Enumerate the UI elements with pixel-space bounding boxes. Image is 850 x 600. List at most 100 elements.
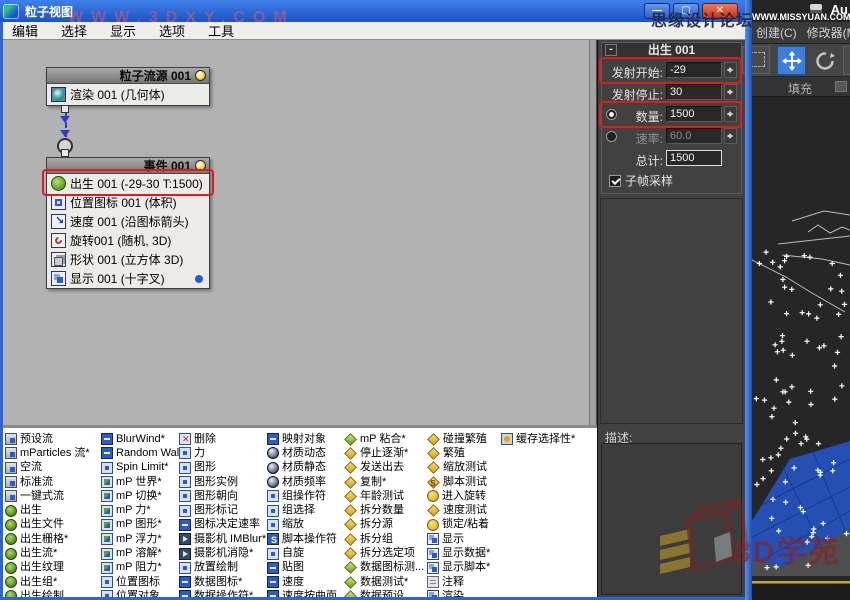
depot-item[interactable]: mP 切换* [101,489,189,503]
source-node-titlebar[interactable]: 粒子流源 001 [47,68,209,84]
depot-item[interactable]: 缩放测试 [427,461,490,475]
depot-item[interactable]: 碰撞繁殖 [427,432,490,446]
subframe-checkbox[interactable] [609,175,621,187]
depot-item[interactable]: 组操作符 [267,489,337,503]
depot-item[interactable]: 映射对象 [267,432,337,446]
depot-item[interactable]: BlurWind* [101,432,189,446]
depot-item[interactable]: 摄影机 IMBlur* [179,532,266,546]
param-field[interactable]: -29 [666,62,722,78]
select-rotate-button[interactable] [810,46,839,75]
depot-item[interactable]: 力 [179,446,266,460]
node-action-row[interactable]: 形状 001 (立方体 3D) [47,250,209,269]
depot-item[interactable]: 停止逐渐* [344,446,424,460]
node-action-row[interactable]: 出生 001 (-29-30 T:1500) [47,174,209,193]
menu-item-工具[interactable]: 工具 [208,21,234,40]
spinner-down-icon[interactable] [727,113,733,120]
depot-item[interactable]: 出生绘制 [5,589,90,597]
menu-item-编辑[interactable]: 编辑 [12,21,38,40]
depot-item[interactable]: 拆分源 [344,518,424,532]
depot-item[interactable]: 空流 [5,461,90,475]
depot-item[interactable]: 删除 [179,432,266,446]
depot-item[interactable]: 数据图标测... [344,561,424,575]
depot-item[interactable]: 出生纹理 [5,561,90,575]
depot-item[interactable]: 预设流 [5,432,90,446]
spinner-control[interactable] [724,128,737,144]
param-field[interactable]: 1500 [666,106,722,122]
depot-item[interactable]: mParticles 流* [5,446,90,460]
source-node[interactable]: 粒子流源 001 渲染 001 (几何体) [46,67,210,106]
connector-input-socket[interactable] [61,149,69,157]
max-menu-item[interactable]: 修改器(M) [807,24,850,41]
depot-item[interactable]: mP 世界* [101,475,189,489]
depot-item[interactable]: 锁定/粘着 [427,518,490,532]
depot-item[interactable]: Random Walk* [101,446,189,460]
depot-item[interactable]: 注释 [427,575,490,589]
spinner-down-icon[interactable] [727,91,733,98]
node-action-row[interactable]: 显示 001 (十字叉) [47,269,209,288]
depot-item[interactable]: mP 溶解* [101,546,189,560]
depot-item[interactable]: 脚本操作符 [267,532,337,546]
node-action-row[interactable]: 渲染 001 (几何体) [47,85,209,104]
depot-item[interactable]: 速度 [267,575,337,589]
param-field[interactable]: 30 [666,84,722,100]
spinner-down-icon[interactable] [727,69,733,76]
depot-item[interactable]: 发送出去 [344,461,424,475]
depot-item[interactable]: 数据测试* [344,575,424,589]
connector-output-socket[interactable] [61,105,69,113]
rollout-header[interactable]: - 出生 001 [602,43,741,58]
depot-item[interactable]: 材质静态 [267,461,337,475]
depot-item[interactable]: mP 浮力* [101,532,189,546]
depot-item[interactable]: 脚本测试 [427,475,490,489]
depot-item[interactable]: 缓存选择性* [501,432,575,446]
depot-item[interactable]: 拆分选定项 [344,546,424,560]
depot-item[interactable]: 图形实例 [179,475,266,489]
ribbon-toggle-icon[interactable] [835,81,847,92]
depot-item[interactable]: 拆分数量 [344,503,424,517]
depot-item[interactable]: 组选择 [267,503,337,517]
depot-item[interactable]: 位置对象 [101,589,189,597]
depot-item[interactable]: 出生文件 [5,518,90,532]
enable-lightbulb-icon[interactable] [195,70,206,81]
depot-item[interactable]: 出生 [5,503,90,517]
depot-item[interactable]: 材质频率 [267,475,337,489]
depot-item[interactable]: 图标决定速率 [179,518,266,532]
minimize-button[interactable]: — [644,3,670,19]
depot-item[interactable]: 数据图标* [179,575,266,589]
depot-item[interactable]: 放置绘制 [179,561,266,575]
depot-item[interactable]: 进入旋转 [427,489,490,503]
depot-item[interactable]: 摄影机消隐* [179,546,266,560]
spinner-down-icon[interactable] [727,135,733,142]
param-field[interactable]: 60.0 [666,128,722,144]
menu-item-显示[interactable]: 显示 [110,21,136,40]
depot-item[interactable]: 数据操作符* [179,589,266,597]
depot-item[interactable]: 标准流 [5,475,90,489]
node-action-row[interactable]: 位置图标 001 (体积) [47,193,209,212]
depot-item[interactable]: 一键式流 [5,489,90,503]
depot-item[interactable]: 渲染 [427,589,490,597]
node-action-row[interactable]: 速度 001 (沿图标箭头) [47,212,209,231]
depot-item[interactable]: 贴图 [267,561,337,575]
depot-item[interactable]: 图形标记 [179,503,266,517]
depot-item[interactable]: 速度按曲面 [267,589,337,597]
spinner-control[interactable] [724,84,737,100]
menu-item-选择[interactable]: 选择 [61,21,87,40]
node-canvas[interactable]: 粒子流源 001 渲染 001 (几何体) 事件 001 出生 001 (-29… [3,40,589,425]
depot-item[interactable]: 图形朝向 [179,489,266,503]
depot-item[interactable]: mP 粘合* [344,432,424,446]
depot-item[interactable]: 位置图标 [101,575,189,589]
depot-item[interactable]: 显示脚本* [427,561,490,575]
select-move-button[interactable] [777,46,806,75]
collapse-button[interactable]: - [605,44,617,56]
spinner-control[interactable] [724,106,737,122]
depot-item[interactable]: mP 力* [101,503,189,517]
depot-item[interactable]: 出生流* [5,546,90,560]
node-action-row[interactable]: 旋转001 (随机, 3D) [47,231,209,250]
close-button[interactable]: ✕ [702,3,738,19]
depot-item[interactable]: 出生组* [5,575,90,589]
depot-item[interactable]: 繁殖 [427,446,490,460]
depot-item[interactable]: Spin Limit* [101,461,189,475]
event-node-titlebar[interactable]: 事件 001 [47,158,209,174]
ribbon-tab-fill[interactable]: 填充 [788,80,812,97]
menu-item-选项[interactable]: 选项 [159,21,185,40]
depot-item[interactable]: 年龄测试 [344,489,424,503]
